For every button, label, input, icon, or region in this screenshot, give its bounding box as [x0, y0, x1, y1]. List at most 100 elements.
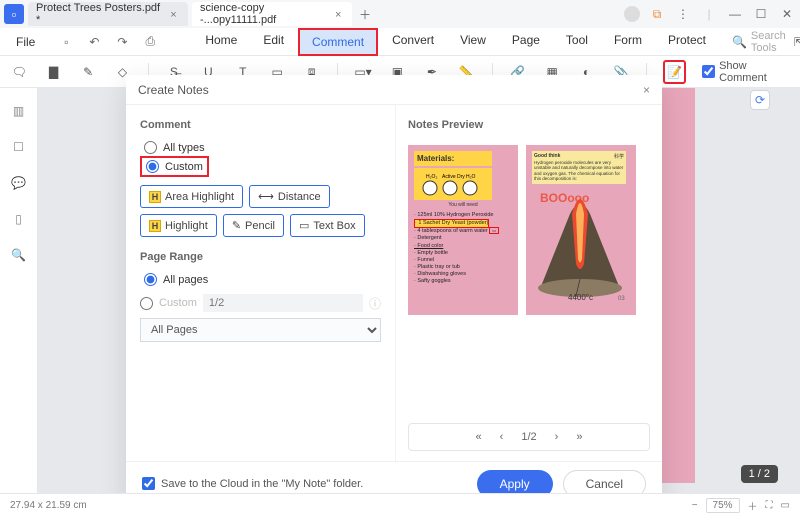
save-cloud-label: Save to the Cloud in the "My Note" folde… [161, 478, 363, 490]
pages-dropdown[interactable]: All Pages [140, 318, 381, 342]
pager-last-icon[interactable]: » [576, 431, 582, 443]
radio-all-types-input[interactable] [144, 141, 157, 154]
zoom-value[interactable]: 75% [706, 498, 740, 513]
dialog-preview: Notes Preview Materials: H₂O₂Active DryH… [396, 105, 662, 461]
note-icon[interactable]: 🗨 [10, 62, 28, 82]
save-cloud-toggle[interactable]: Save to the Cloud in the "My Note" folde… [142, 477, 363, 490]
zoom-out-icon[interactable]: − [692, 500, 698, 511]
divider: | [700, 5, 718, 23]
page-dimensions: 27.94 x 21.59 cm [10, 500, 87, 511]
pager-prev-icon[interactable]: ‹ [500, 431, 504, 443]
volcano-illustration: BOOooo 4400°c 03 [532, 184, 628, 304]
radio-custom-pages-label: Custom [159, 297, 197, 309]
chip-pencil[interactable]: ✎Pencil [223, 214, 284, 237]
tab-form[interactable]: Form [602, 28, 654, 56]
search-icon: 🔍 [732, 35, 747, 49]
redo-icon[interactable]: ↷ [113, 33, 131, 51]
radio-custom-pages-input[interactable] [140, 297, 153, 310]
dialog-options: Comment All types Custom HArea Highlight… [126, 105, 396, 461]
print-icon[interactable]: ⎙ [141, 33, 159, 51]
pager-first-icon[interactable]: « [476, 431, 482, 443]
radio-all-types[interactable]: All types [140, 139, 381, 156]
pager-next-icon[interactable]: › [555, 431, 559, 443]
tab-label: science-copy -...opy11111.pdf [200, 2, 329, 26]
chip-area-highlight[interactable]: HArea Highlight [140, 185, 243, 208]
tab-protect[interactable]: Protect [656, 28, 718, 56]
undo-icon[interactable]: ↶ [85, 33, 103, 51]
comment-section-title: Comment [140, 119, 381, 131]
dialog-title: Create Notes [138, 83, 209, 97]
comment-panel-icon[interactable]: 💬 [10, 174, 28, 192]
search-panel-icon[interactable]: 🔍 [10, 246, 28, 264]
bookmark-icon[interactable]: ☐ [10, 138, 28, 156]
tab-protect-trees[interactable]: Protect Trees Posters.pdf * × [28, 2, 188, 26]
preview-pages: Materials: H₂O₂Active DryH₂O You will ne… [408, 145, 650, 415]
fit-icon[interactable]: ⛶ [766, 500, 773, 511]
preview-page-2: Good think科学 Hydrogen peroxide molecules… [526, 145, 636, 315]
close-icon[interactable]: × [170, 9, 180, 19]
chip-row: HArea Highlight ⟷Distance HHighlight ✎Pe… [140, 185, 381, 237]
chip-textbox[interactable]: ▭Text Box [290, 214, 365, 237]
menu-file[interactable]: File [8, 31, 43, 53]
close-icon[interactable]: × [335, 9, 344, 19]
volcano-note-box: Good think科学 Hydrogen peroxide molecules… [532, 151, 626, 184]
preview-title: Notes Preview [408, 119, 650, 131]
materials-heading: Materials: [414, 151, 492, 166]
materials-list: · 125ml 10% Hydrogen Peroxide· 1 Sachet … [414, 212, 512, 285]
new-tab-icon[interactable]: ＋ [356, 5, 374, 23]
materials-illustration: H₂O₂Active DryH₂O [414, 168, 492, 200]
radio-custom-input[interactable] [146, 160, 159, 173]
close-window-icon[interactable]: ✕ [778, 5, 796, 23]
close-icon[interactable]: × [643, 83, 650, 97]
zoom-controls: − 75% ＋ ⛶ ▭ [692, 498, 790, 513]
page-range-title: Page Range [140, 251, 381, 263]
radio-custom-pages[interactable]: Custom ⓘ [140, 294, 381, 312]
radio-all-pages-input[interactable] [144, 273, 157, 286]
minimize-icon[interactable]: — [726, 5, 744, 23]
svg-text:Active Dry: Active Dry [442, 174, 465, 180]
help-float-icon[interactable]: ⟳ [750, 90, 770, 110]
dialog-header: Create Notes × [126, 75, 662, 105]
save-icon[interactable]: ▫ [57, 33, 75, 51]
radio-custom-label: Custom [165, 161, 203, 173]
radio-custom[interactable]: Custom [140, 156, 209, 177]
custom-pages-field[interactable] [203, 294, 363, 312]
thumbnails-icon[interactable]: ▥ [10, 102, 28, 120]
chip-highlight[interactable]: HHighlight [140, 214, 217, 237]
search-placeholder: Search Tools [751, 30, 786, 54]
page-edge [659, 88, 695, 483]
avatar[interactable] [624, 6, 640, 22]
notification-icon[interactable]: ⧉ [648, 5, 666, 23]
attachment-panel-icon[interactable]: ▯ [10, 210, 28, 228]
save-cloud-checkbox[interactable] [142, 477, 155, 490]
radio-all-pages[interactable]: All pages [140, 271, 381, 288]
tab-label: Protect Trees Posters.pdf * [36, 2, 164, 26]
maximize-icon[interactable]: ☐ [752, 5, 770, 23]
pencil-icon[interactable]: ✎ [79, 62, 97, 82]
zoom-in-icon[interactable]: ＋ [748, 498, 758, 513]
tab-home[interactable]: Home [193, 28, 249, 56]
layout-icon[interactable]: ▭ [781, 500, 790, 511]
tab-view[interactable]: View [448, 28, 498, 56]
menu-dots-icon[interactable]: ⋮ [674, 5, 692, 23]
svg-text:4400°c: 4400°c [568, 293, 593, 302]
tab-comment[interactable]: Comment [298, 28, 378, 56]
window-controls: ⧉ ⋮ | — ☐ ✕ [624, 5, 796, 23]
tab-edit[interactable]: Edit [251, 28, 296, 56]
tab-page[interactable]: Page [500, 28, 552, 56]
tab-convert[interactable]: Convert [380, 28, 446, 56]
left-sidebar: ▥ ☐ 💬 ▯ 🔍 [0, 88, 38, 493]
show-comment-toggle[interactable]: Show Comment [702, 60, 790, 84]
highlight-icon[interactable]: ▇ [44, 62, 62, 82]
app-icon: ▫ [4, 4, 24, 24]
svg-text:H₂O: H₂O [466, 174, 476, 180]
show-comment-checkbox[interactable] [702, 65, 715, 78]
external-icon[interactable]: ⇱ [794, 33, 800, 51]
tab-science-copy[interactable]: science-copy -...opy11111.pdf × [192, 2, 352, 26]
chip-distance[interactable]: ⟷Distance [249, 185, 330, 208]
page-indicator: 1 / 2 [741, 465, 778, 483]
preview-pager: « ‹ 1/2 › » [408, 423, 650, 451]
create-notes-icon[interactable]: 📝 [663, 60, 686, 84]
tab-tool[interactable]: Tool [554, 28, 600, 56]
search-tools[interactable]: 🔍 Search Tools [732, 30, 786, 54]
